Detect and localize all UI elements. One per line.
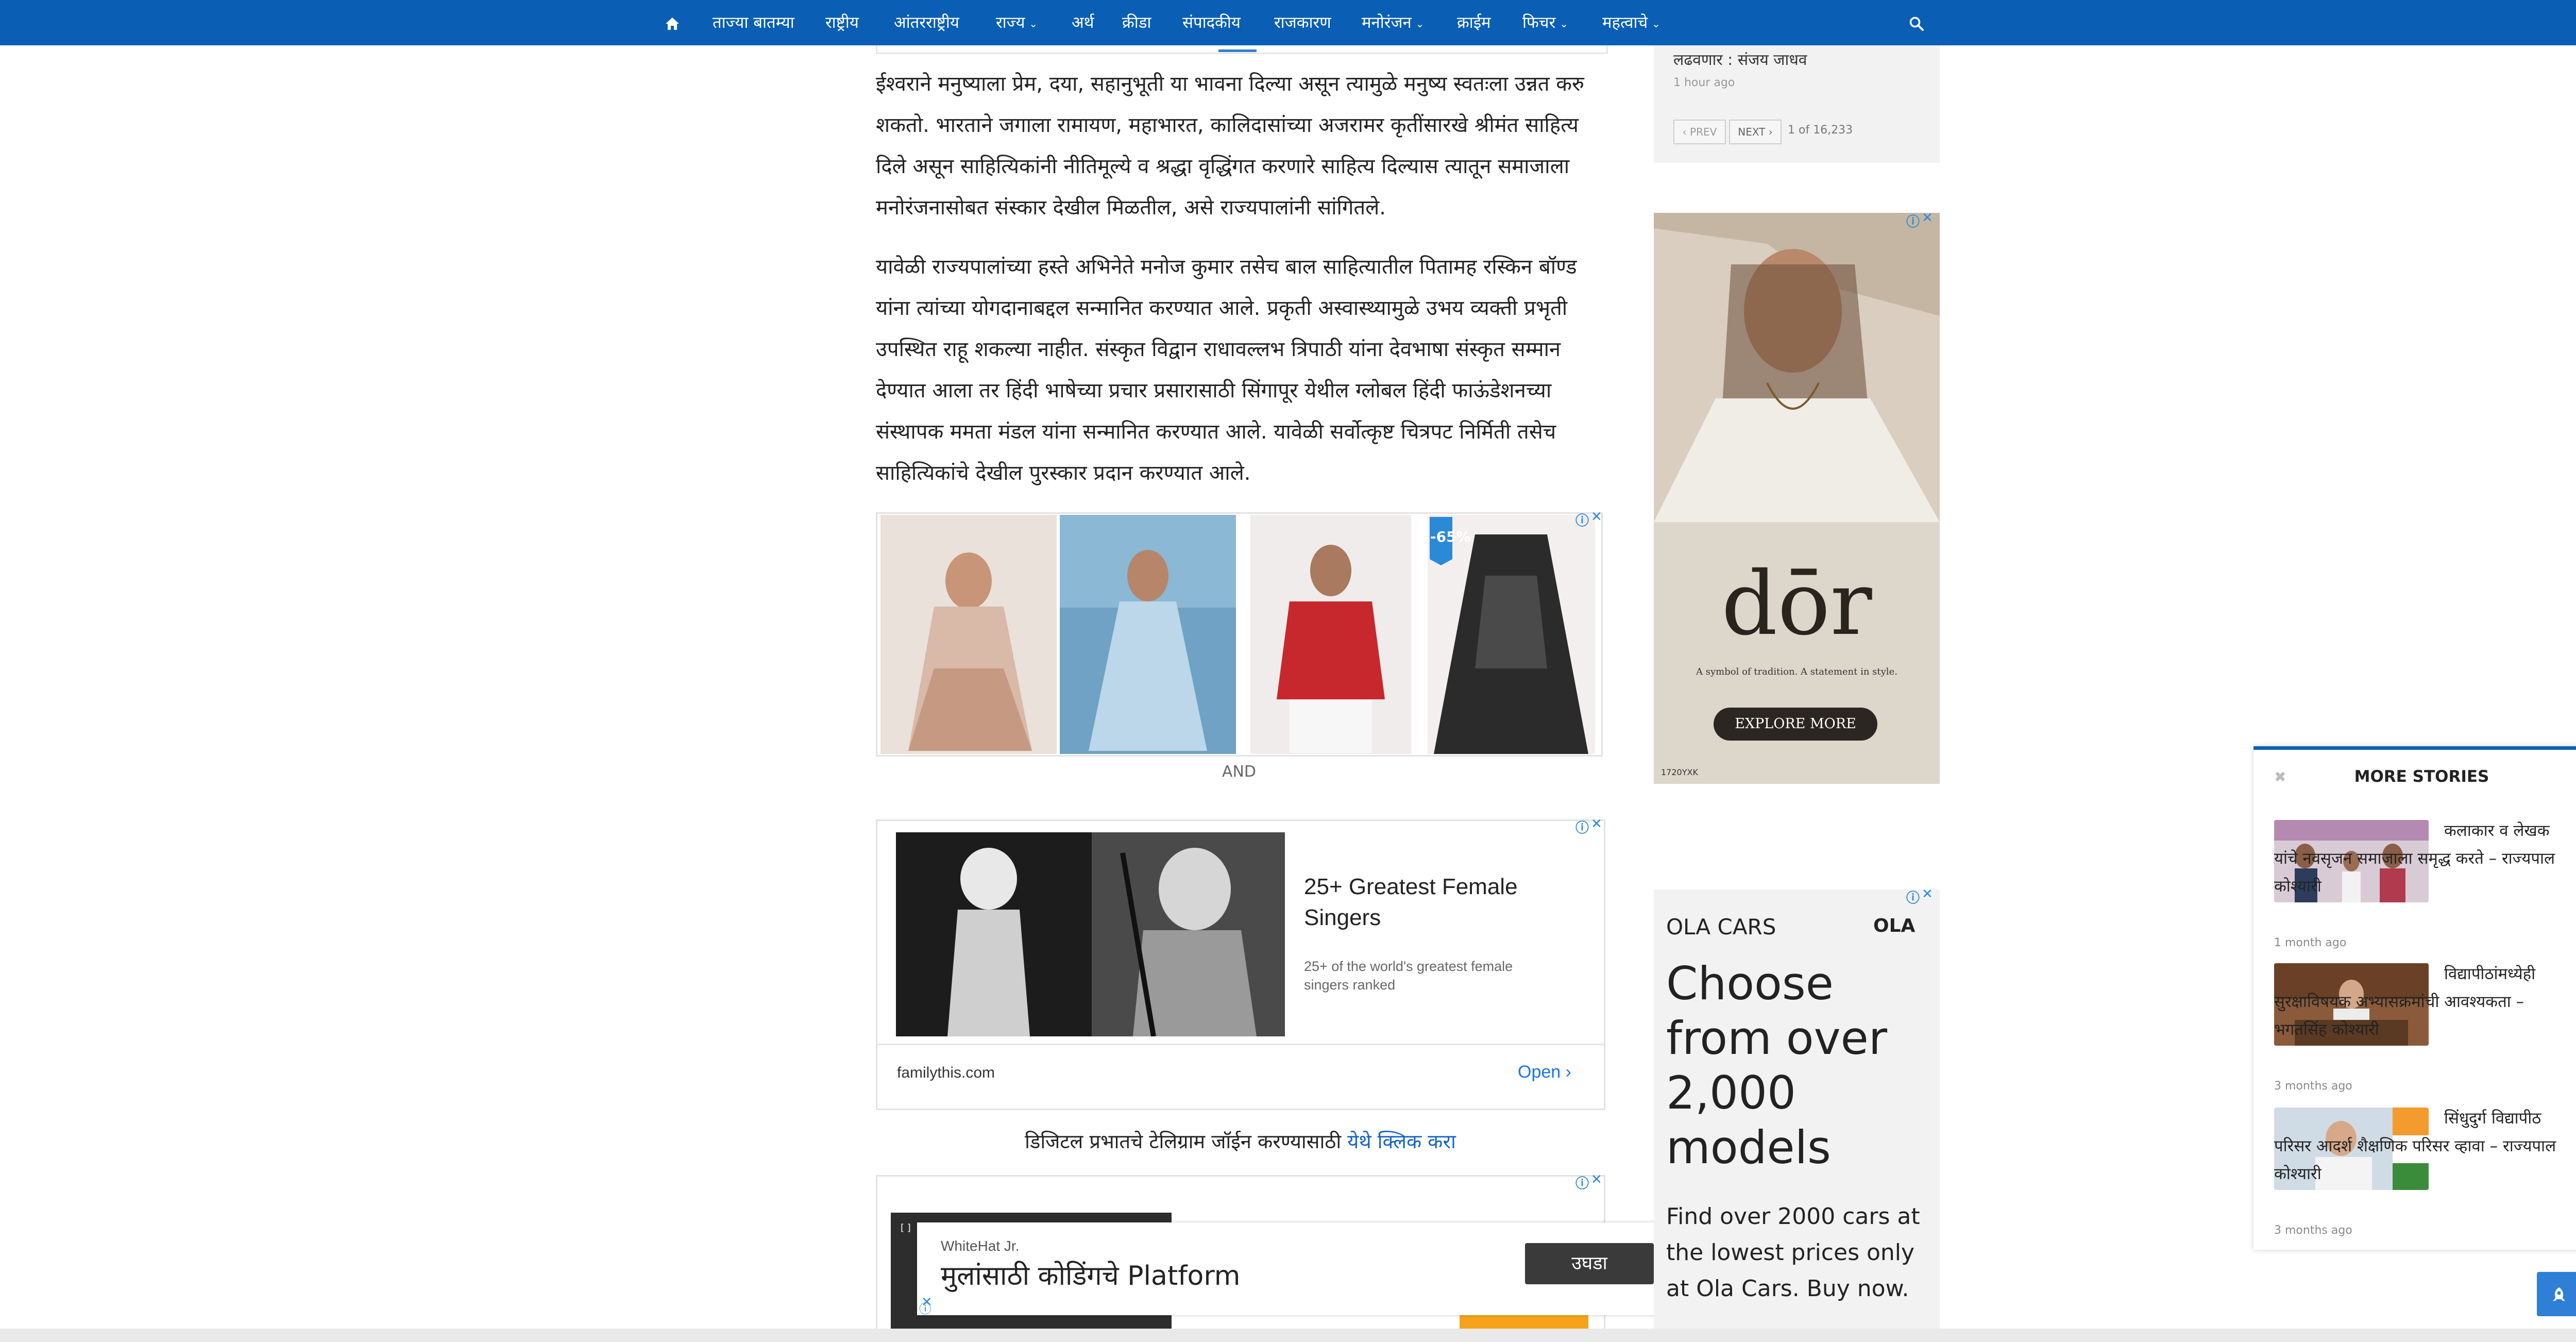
dor-tagline: A symbol of tradition. A statement in st…: [1696, 666, 1897, 677]
story-title[interactable]: सिंधुदुर्ग विद्यापीठ परिसर आदर्श शैक्षणि…: [2274, 1104, 2563, 1188]
nav-item-editorial[interactable]: संपादकीय: [1182, 0, 1241, 45]
horizontal-scrollbar[interactable]: [0, 1329, 2576, 1342]
chevron-down-icon: ⌄: [1029, 17, 1038, 30]
dor-logo: dōr: [1721, 553, 1872, 655]
ola-brand: OLA CARS: [1666, 914, 1776, 940]
telegram-promo: डिजिटल प्रभातचे टेलिग्राम जॉईन करण्यासाठ…: [876, 1128, 1605, 1154]
story-title[interactable]: विद्यापीठांमध्येही सुरक्षाविषयक अभ्यासक्…: [2274, 960, 2563, 1044]
ad-close-icon[interactable]: ✕: [1591, 816, 1602, 832]
sidebar-news-widget: लढवणार : संजय जाधव 1 hour ago: [1654, 45, 1940, 163]
whitehat-open-button[interactable]: उघडा: [1525, 1243, 1654, 1284]
ad-divider: [877, 1044, 1604, 1045]
ad-info-icon[interactable]: ⓘ: [1575, 1173, 1589, 1192]
widget-story-time: 1 hour ago: [1673, 76, 1735, 89]
whitehat-ad-bracket: [ ]: [901, 1222, 911, 1233]
whitehat-headline[interactable]: मुलांसाठी कोडिंगचे Platform: [941, 1256, 1240, 1293]
nav-item-sports[interactable]: क्रीडा: [1122, 0, 1151, 45]
ad-close-icon[interactable]: ✕: [1922, 886, 1933, 902]
chevron-down-icon: ⌄: [1652, 17, 1660, 30]
ad-info-icon[interactable]: ⓘ: [1575, 817, 1589, 836]
search-icon[interactable]: [1906, 0, 1927, 45]
ad-close-icon[interactable]: ✕: [1591, 509, 1602, 525]
story-time: 3 months ago: [2274, 1080, 2352, 1093]
singers-ad[interactable]: 25+ Greatest Female Singers 25+ of the w…: [876, 819, 1605, 1110]
telegram-link[interactable]: येथे क्लिक करा: [1347, 1130, 1456, 1153]
singers-ad-title[interactable]: 25+ Greatest Female Singers: [1304, 871, 1551, 933]
chevron-down-icon: ⌄: [1415, 17, 1425, 30]
article-paragraph-2: यावेळी राज्यपालांच्या हस्ते अभिनेते मनोज…: [876, 255, 1577, 485]
nav-item-national[interactable]: राष्ट्रीय: [825, 0, 859, 45]
next-button[interactable]: NEXT ›: [1729, 120, 1782, 144]
nav-item-latest-news[interactable]: ताज्या बातम्या: [713, 0, 794, 45]
article-paragraph-1: ईश्वराने मनुष्याला प्रेम, दया, सहानुभूती…: [876, 72, 1584, 220]
singers-ad-description: 25+ of the world's greatest female singe…: [1304, 959, 1513, 993]
home-icon[interactable]: [662, 0, 683, 45]
fashion-ad[interactable]: -65%: [876, 512, 1603, 757]
widget-story-title[interactable]: लढवणार : संजय जाधव: [1673, 48, 1807, 70]
ad-info-icon[interactable]: ⓘ: [1906, 887, 1920, 907]
ad-info-icon[interactable]: ⓘ: [1906, 211, 1920, 230]
story-time: 3 months ago: [2274, 1224, 2352, 1237]
dor-code: 1720YXK: [1661, 767, 1698, 777]
story-time: 1 month ago: [2274, 936, 2347, 949]
widget-page-count: 1 of 16,233: [1788, 124, 1853, 137]
more-stories-title: MORE STORIES: [2354, 767, 2489, 786]
ola-logo: OLA: [1873, 915, 1916, 936]
nav-item-entertainment[interactable]: मनोरंजन ⌄: [1362, 0, 1424, 45]
ad-info-icon[interactable]: ⓘ: [1575, 510, 1589, 529]
singers-ad-domain: familythis.com: [897, 1064, 995, 1081]
previous-card-accent: [1218, 49, 1257, 52]
ad-close-icon[interactable]: ✕: [1922, 210, 1933, 226]
story-title[interactable]: कलाकार व लेखक यांचे नवसृजन समाजाला समृद्…: [2274, 817, 2563, 900]
nav-item-feature[interactable]: फिचर ⌄: [1522, 0, 1568, 45]
ad-close-icon[interactable]: ✕: [921, 1295, 933, 1310]
dor-explore-button[interactable]: EXPLORE MORE: [1714, 708, 1877, 741]
chevron-right-icon: ›: [1565, 1062, 1571, 1082]
dor-ad[interactable]: dōr A symbol of tradition. A statement i…: [1654, 213, 1940, 784]
nav-item-crime[interactable]: क्राईम: [1457, 0, 1491, 45]
whitehat-brand: WhiteHat Jr.: [941, 1238, 1020, 1254]
more-stories-panel: ✖ MORE STORIES कलाकार व लेखक यांचे नवसृज…: [2253, 746, 2576, 1250]
ola-ad[interactable]: OLA CARS OLA Choose from over 2,000 mode…: [1654, 890, 1940, 1329]
telegram-text: डिजिटल प्रभातचे टेलिग्राम जॉईन करण्यासाठ…: [1025, 1130, 1348, 1153]
ola-body: Find over 2000 cars at the lowest prices…: [1666, 1203, 1920, 1302]
singers-ad-open-button[interactable]: Open ›: [1518, 1062, 1571, 1082]
prev-button[interactable]: ‹ PREV: [1673, 120, 1726, 144]
discount-badge: -65%: [1430, 528, 1471, 545]
nav-item-economy[interactable]: अर्थ: [1072, 0, 1094, 45]
ad-separator: AND: [1222, 763, 1257, 781]
whitehat-ad-banner[interactable]: WhiteHat Jr. मुलांसाठी कोडिंगचे Platform…: [917, 1222, 1669, 1316]
nav-item-politics[interactable]: राजकारण: [1274, 0, 1331, 45]
chevron-down-icon: ⌄: [1560, 17, 1569, 30]
ola-headline[interactable]: Choose from over 2,000 models: [1666, 957, 1934, 1175]
nav-item-international[interactable]: आंतरराष्ट्रीय: [894, 0, 959, 45]
back-to-top-button[interactable]: [2537, 1272, 2576, 1316]
rocket-icon: [2553, 1287, 2565, 1301]
nav-item-state[interactable]: राज्य ⌄: [996, 0, 1038, 45]
nav-item-important[interactable]: महत्वाचे ⌄: [1602, 0, 1660, 45]
ad-close-icon[interactable]: ✕: [1591, 1172, 1602, 1187]
